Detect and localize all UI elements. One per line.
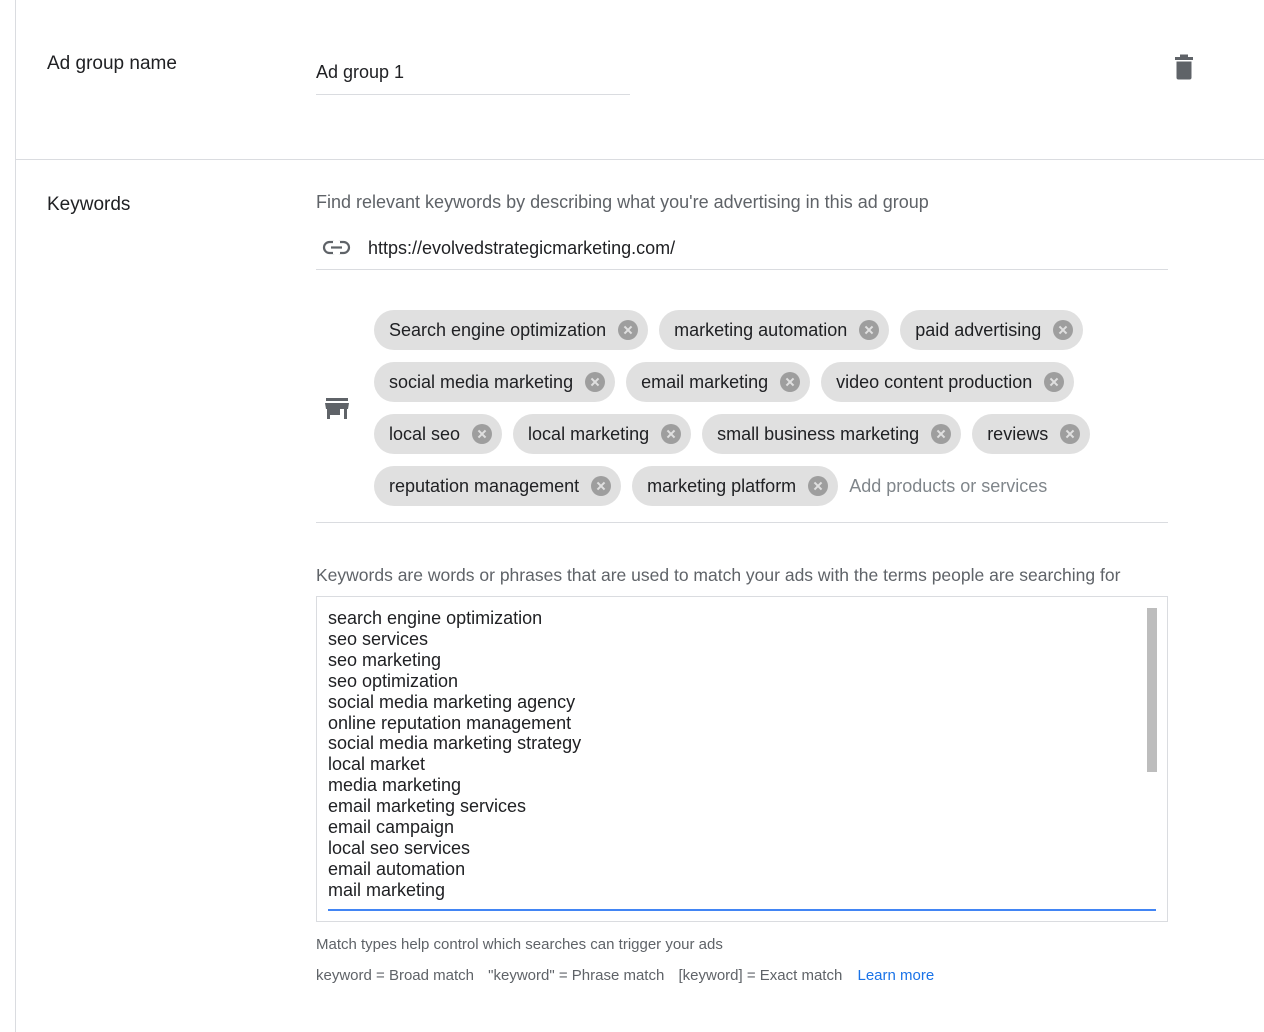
product-chip-label: small business marketing — [717, 423, 920, 444]
remove-chip-icon[interactable] — [661, 424, 682, 444]
keyword-line: email campaign — [328, 817, 455, 838]
product-chip-label: Search engine optimization — [389, 319, 607, 340]
remove-chip-icon[interactable] — [472, 424, 493, 444]
product-chip[interactable]: small business marketing — [702, 414, 962, 454]
keyword-line: seo services — [328, 628, 429, 649]
exact-match-text: [keyword] = Exact match — [678, 967, 843, 984]
product-chip-label: video content production — [836, 371, 1033, 392]
remove-chip-icon[interactable] — [1060, 424, 1081, 444]
match-types-help: Match types help control which searches … — [316, 936, 723, 953]
remove-chip-icon[interactable] — [618, 320, 639, 340]
remove-chip-icon[interactable] — [591, 476, 612, 496]
product-chip-label: reputation management — [389, 475, 580, 496]
remove-chip-icon[interactable] — [931, 424, 952, 444]
product-chip[interactable]: local seo — [374, 414, 503, 454]
remove-chip-icon[interactable] — [585, 372, 606, 392]
ad-group-name-label: Ad group name — [47, 53, 177, 74]
url-field[interactable]: https://evolvedstrategicmarketing.com/ — [316, 228, 1168, 270]
match-types-legend: keyword = Broad match "keyword" = Phrase… — [316, 967, 934, 984]
trash-icon[interactable] — [1172, 54, 1196, 80]
ad-group-name-field[interactable]: Ad group 1 — [316, 56, 630, 95]
section-divider — [15, 159, 1264, 160]
keyword-line: email marketing services — [328, 796, 527, 817]
product-chip[interactable]: reputation management — [374, 466, 622, 506]
keyword-line: mail marketing — [328, 879, 446, 900]
keywords-textarea[interactable]: search engine optimization seo services se… — [316, 596, 1168, 922]
keywords-focus-underline — [328, 909, 1156, 911]
product-chip-label: marketing automation — [674, 319, 848, 340]
learn-more-link[interactable]: Learn more — [857, 967, 934, 984]
keywords-label: Keywords — [47, 194, 131, 215]
product-chip[interactable]: email marketing — [626, 362, 811, 402]
keyword-line: online reputation management — [328, 712, 572, 733]
remove-chip-icon[interactable] — [1053, 320, 1074, 340]
link-icon — [322, 236, 352, 260]
product-chip[interactable]: Search engine optimization — [374, 310, 649, 350]
keyword-line: seo optimization — [328, 670, 459, 691]
keyword-line: seo marketing — [328, 649, 442, 670]
product-chip[interactable]: reviews — [972, 414, 1091, 454]
keyword-line: local market — [328, 754, 426, 775]
ad-group-name-value[interactable]: Ad group 1 — [316, 62, 404, 83]
product-chip[interactable]: paid advertising — [900, 310, 1084, 350]
keyword-line: social media marketing agency — [328, 691, 576, 712]
keyword-line: social media marketing strategy — [328, 733, 582, 754]
product-chip[interactable]: social media marketing — [374, 362, 616, 402]
product-chip-label: marketing platform — [647, 475, 797, 496]
product-chip[interactable]: local marketing — [513, 414, 692, 454]
phrase-match-text: "keyword" = Phrase match — [488, 967, 665, 984]
url-value[interactable]: https://evolvedstrategicmarketing.com/ — [368, 238, 675, 259]
keyword-line: search engine optimization — [328, 608, 543, 628]
product-chip-label: local marketing — [528, 423, 650, 444]
store-icon — [324, 396, 350, 422]
remove-chip-icon[interactable] — [808, 476, 829, 496]
left-divider — [15, 0, 16, 1032]
keyword-line: local seo services — [328, 837, 471, 858]
product-chip-list: Search engine optimization marketing auto… — [374, 310, 1164, 518]
product-chip-label: paid advertising — [915, 319, 1042, 340]
add-products-input[interactable] — [849, 466, 1070, 506]
product-chip-label: local seo — [389, 423, 461, 444]
products-services-field[interactable]: Search engine optimization marketing auto… — [316, 300, 1168, 523]
product-chip[interactable]: video content production — [821, 362, 1075, 402]
product-chip-label: social media marketing — [389, 371, 574, 392]
product-chip[interactable]: marketing platform — [632, 466, 839, 506]
keyword-list[interactable]: search engine optimization seo services se… — [328, 608, 1128, 901]
remove-chip-icon[interactable] — [1044, 372, 1065, 392]
keyword-line: media marketing — [328, 775, 462, 796]
keywords-description: Keywords are words or phrases that are u… — [316, 565, 1121, 585]
remove-chip-icon[interactable] — [780, 372, 801, 392]
keyword-line: email automation — [328, 858, 466, 879]
broad-match-text: keyword = Broad match — [316, 967, 474, 984]
remove-chip-icon[interactable] — [859, 320, 880, 340]
product-chip[interactable]: marketing automation — [659, 310, 890, 350]
product-chip-label: email marketing — [641, 371, 769, 392]
find-keywords-hint: Find relevant keywords by describing wha… — [316, 192, 929, 212]
product-chip-label: reviews — [987, 423, 1049, 444]
keywords-scrollbar[interactable] — [1147, 608, 1157, 772]
